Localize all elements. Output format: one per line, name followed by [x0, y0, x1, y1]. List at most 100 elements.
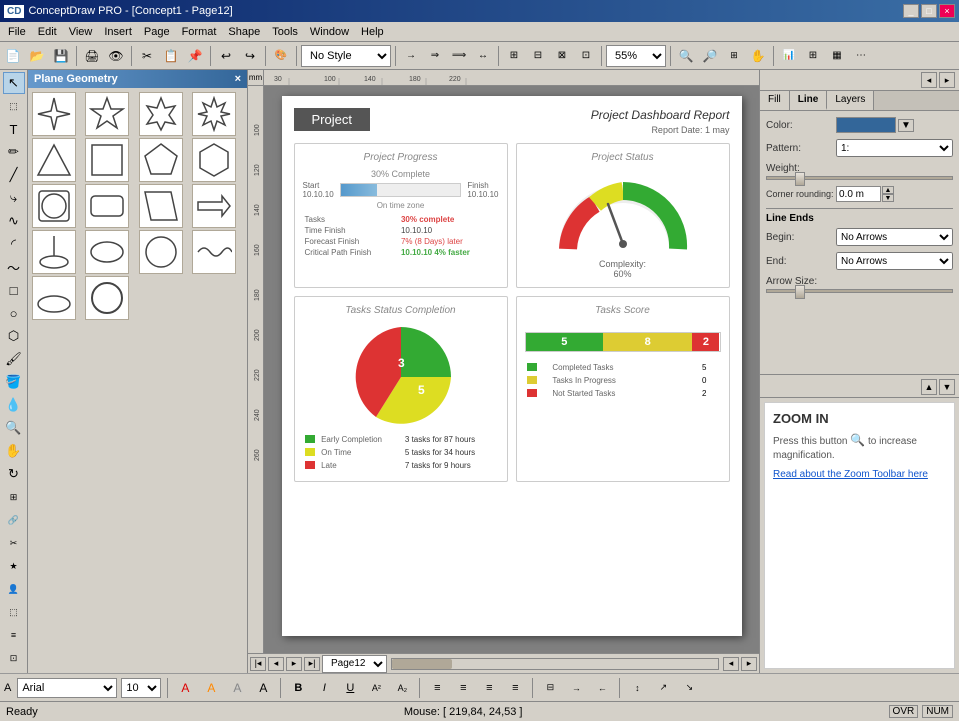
shape-panel-close[interactable]: × [235, 73, 241, 85]
align1[interactable]: ⊞ [503, 45, 525, 67]
special-tool[interactable]: ★ [3, 555, 25, 577]
grid-btn[interactable]: ▦ [826, 45, 848, 67]
font-color-btn[interactable]: A [174, 678, 196, 698]
font-outline-btn[interactable]: A [252, 678, 274, 698]
line-start[interactable]: → [400, 45, 422, 67]
area-select-tool[interactable]: ⬚ [3, 95, 25, 117]
brush-tool[interactable]: 🖌 [3, 348, 25, 370]
italic-btn[interactable]: I [313, 678, 335, 698]
menu-insert[interactable]: Insert [98, 24, 138, 40]
menu-tools[interactable]: Tools [266, 24, 304, 40]
pan-btn[interactable]: ✋ [747, 45, 769, 67]
shape-arrow[interactable] [192, 184, 236, 228]
corner-up[interactable]: ▲ [882, 186, 894, 194]
open-button[interactable]: 📂 [26, 45, 48, 67]
color-button[interactable]: 🎨 [270, 45, 292, 67]
hscrollbar[interactable] [391, 658, 719, 670]
indent-btn[interactable]: → [565, 678, 587, 698]
align-right-btn[interactable]: ≡ [478, 678, 500, 698]
shape-square[interactable] [85, 138, 129, 182]
shape-4star[interactable] [32, 92, 76, 136]
menu-shape[interactable]: Shape [222, 24, 266, 40]
hscroll-left[interactable]: ◂ [723, 657, 739, 671]
underline-btn[interactable]: U [339, 678, 361, 698]
connector-tool[interactable]: ⤷ [3, 187, 25, 209]
menu-page[interactable]: Page [138, 24, 176, 40]
zoom-panel-link[interactable]: Read about the Zoom Toolbar here [773, 469, 928, 480]
text-tool[interactable]: T [3, 118, 25, 140]
print-button[interactable]: 🖨 [81, 45, 103, 67]
align-center-btn[interactable]: ≡ [452, 678, 474, 698]
color-swatch[interactable] [836, 117, 896, 133]
menu-file[interactable]: File [2, 24, 32, 40]
line-tool[interactable]: ╱ [3, 164, 25, 186]
align3[interactable]: ⊠ [551, 45, 573, 67]
shape-extra1[interactable] [32, 276, 76, 320]
end-select[interactable]: No Arrows [836, 252, 953, 270]
extra-tool2[interactable]: ≡ [3, 624, 25, 646]
canvas-content[interactable]: Project Project Dashboard Report Report … [264, 86, 759, 653]
text-rot2-btn[interactable]: ↘ [678, 678, 700, 698]
page-nav-first[interactable]: |◂ [250, 657, 266, 671]
zoom-panel-scroll-down[interactable]: ▼ [939, 379, 955, 395]
align2[interactable]: ⊟ [527, 45, 549, 67]
rpanel-scroll-left[interactable]: ◂ [921, 72, 937, 88]
pointer-tool[interactable]: ↖ [3, 72, 25, 94]
bezier-tool[interactable]: ∿ [3, 210, 25, 232]
ellipse-tool[interactable]: ○ [3, 302, 25, 324]
align-left-btn[interactable]: ≡ [426, 678, 448, 698]
extra-tool3[interactable]: ⊡ [3, 647, 25, 669]
fill-tool[interactable]: 🪣 [3, 371, 25, 393]
shape-oval[interactable] [85, 230, 129, 274]
shape-8star[interactable] [192, 92, 236, 136]
hand-tool[interactable]: ✋ [3, 440, 25, 462]
list-btn[interactable]: ⊟ [539, 678, 561, 698]
shape-extra2[interactable] [85, 276, 129, 320]
text-dir-btn[interactable]: ↕ [626, 678, 648, 698]
rotate-tool[interactable]: ↻ [3, 463, 25, 485]
link-tool[interactable]: 🔗 [3, 509, 25, 531]
minimize-button[interactable]: _ [903, 4, 919, 18]
zoom-panel-scroll-up[interactable]: ▲ [921, 379, 937, 395]
tab-fill[interactable]: Fill [760, 91, 790, 110]
shape-triangle[interactable] [32, 138, 76, 182]
save-button[interactable]: 💾 [50, 45, 72, 67]
arc-tool[interactable]: ◜ [3, 233, 25, 255]
shape-parallelogram[interactable] [139, 184, 183, 228]
shape-wave[interactable] [192, 230, 236, 274]
eyedrop-tool[interactable]: 💧 [3, 394, 25, 416]
tab-layers[interactable]: Layers [827, 91, 874, 110]
line-mid1[interactable]: ⇒ [424, 45, 446, 67]
bold-btn[interactable]: B [287, 678, 309, 698]
zoom-in-btn[interactable]: 🔍 [675, 45, 697, 67]
style-dropdown[interactable]: No Style [301, 45, 391, 67]
page-nav-prev[interactable]: ◂ [268, 657, 284, 671]
shape-circle-sq[interactable] [32, 184, 76, 228]
more-btn[interactable]: ⋯ [850, 45, 872, 67]
outdent-btn[interactable]: ← [591, 678, 613, 698]
hscroll-right[interactable]: ▸ [741, 657, 757, 671]
font-size-select[interactable]: 10 [121, 678, 161, 698]
redo-button[interactable]: ↪ [239, 45, 261, 67]
color-dropdown-btn[interactable]: ▼ [898, 119, 914, 132]
corner-down[interactable]: ▼ [882, 194, 894, 202]
zoom-fit[interactable]: ⊞ [723, 45, 745, 67]
crop-tool[interactable]: ✂ [3, 532, 25, 554]
menu-format[interactable]: Format [176, 24, 223, 40]
group-tool[interactable]: ⊞ [3, 486, 25, 508]
paste-button[interactable]: 📌 [184, 45, 206, 67]
page-nav-last[interactable]: ▸| [304, 657, 320, 671]
weight-slider-thumb[interactable] [795, 172, 805, 186]
table-btn[interactable]: ⊞ [802, 45, 824, 67]
begin-select[interactable]: No Arrows [836, 228, 953, 246]
restore-button[interactable]: □ [921, 4, 937, 18]
zoom-out-btn[interactable]: 🔎 [699, 45, 721, 67]
align-justify-btn[interactable]: ≡ [504, 678, 526, 698]
menu-edit[interactable]: Edit [32, 24, 63, 40]
undo-button[interactable]: ↩ [215, 45, 237, 67]
extra-tool1[interactable]: ⬚ [3, 601, 25, 623]
font-name-select[interactable]: Arial [17, 678, 117, 698]
freehand-tool[interactable]: 〜 [3, 256, 25, 278]
zoom-tool[interactable]: 🔍 [3, 417, 25, 439]
text-rot1-btn[interactable]: ↗ [652, 678, 674, 698]
